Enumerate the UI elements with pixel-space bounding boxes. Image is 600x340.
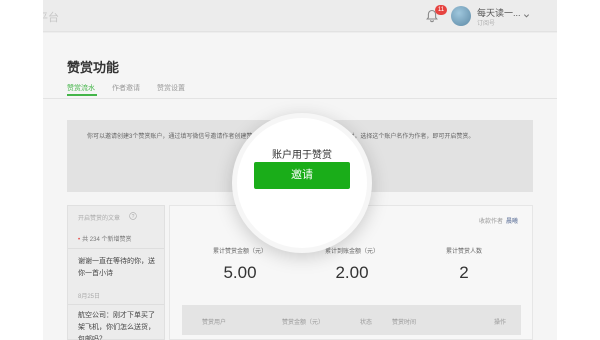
- app-canvas: 平台 11 每天读一... 订阅号 赞赏功能 赞赏流水 作者邀请 赞赏设置 你可…: [43, 0, 557, 340]
- stat-label: 累计赞赏人数: [445, 249, 482, 255]
- account-type: 订阅号: [477, 21, 496, 27]
- column-header-time: 赞赏时间: [392, 320, 417, 326]
- list-item[interactable]: 航空公司：刚才下单买了架飞机，你们怎么送货，包邮吗？: [78, 310, 160, 340]
- column-header-user: 赞赏用户: [202, 320, 227, 326]
- articles-panel-header: 开启赞赏的文章: [78, 216, 121, 222]
- receiver-info: 收款作者 晨曦: [479, 216, 518, 225]
- list-item-date: 8月25日: [78, 294, 101, 300]
- platform-title-fragment: 平台: [43, 12, 59, 24]
- tab-reward-flow[interactable]: 赞赏流水: [67, 83, 95, 93]
- chevron-down-icon[interactable]: [523, 12, 530, 19]
- list-item[interactable]: 谢谢一直在等待的你，送你一首小诗: [78, 256, 158, 280]
- column-header-amount: 赞赏金额（元）: [282, 320, 325, 326]
- magnifier-spotlight: 账户用于赞赏 邀请: [232, 113, 372, 253]
- stat-value: 5.00: [223, 263, 257, 282]
- new-reward-count: • 共 234 个新增赞赏: [78, 234, 131, 243]
- list-divider: [68, 248, 164, 249]
- tab-divider: [43, 98, 557, 99]
- top-bar: 平台 11 每天读一... 订阅号: [43, 0, 557, 32]
- new-count-text: 共 234 个新增赞赏: [82, 237, 132, 243]
- reward-articles-panel: 开启赞赏的文章 ? • 共 234 个新增赞赏 谢谢一直在等待的你，送你一首小诗 …: [67, 205, 165, 340]
- svg-text:?: ?: [132, 214, 135, 220]
- notification-badge: 11: [435, 5, 447, 15]
- list-divider: [68, 304, 164, 305]
- active-tab-indicator: [67, 94, 97, 96]
- new-dot-icon: •: [78, 237, 81, 243]
- avatar[interactable]: [451, 6, 471, 26]
- help-icon[interactable]: ?: [129, 212, 137, 220]
- reward-table-header: 赞赏用户 赞赏金额（元） 状态 赞赏时间 操作: [182, 305, 521, 335]
- receiver-label: 收款作者: [478, 219, 503, 225]
- tab-author-invite[interactable]: 作者邀请: [112, 83, 140, 93]
- stat-value: 2.00: [335, 263, 369, 282]
- receiver-name-link[interactable]: 晨曦: [506, 219, 518, 225]
- tab-reward-settings[interactable]: 赞赏设置: [157, 83, 185, 93]
- page-title: 赞赏功能: [67, 60, 120, 75]
- stat-total-people: 累计赞赏人数 2: [404, 246, 524, 283]
- main-content: 赞赏功能 赞赏流水 作者邀请 赞赏设置 你可以邀请创建3个赞赏账户，通过填写微信…: [43, 33, 557, 340]
- invite-button[interactable]: 邀请: [254, 162, 350, 189]
- spotlight-invite-text: 账户用于赞赏: [272, 150, 332, 161]
- column-header-action: 操作: [494, 320, 507, 326]
- stat-value: 2: [459, 263, 469, 282]
- stat-total-reward: 累计赞赏金额（元） 5.00: [180, 246, 300, 283]
- column-header-status: 状态: [360, 320, 373, 326]
